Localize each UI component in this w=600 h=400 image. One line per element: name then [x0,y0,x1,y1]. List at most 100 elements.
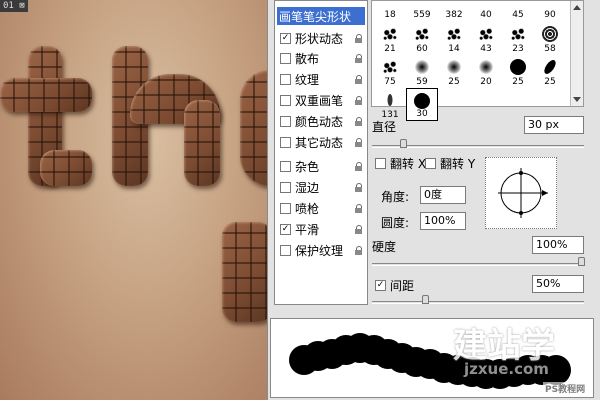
brush-preset[interactable]: 75 [374,55,406,88]
sidebar-item-checkbox[interactable] [280,136,291,148]
lock-icon[interactable] [355,33,363,43]
flip-y-option[interactable]: 翻转 Y [422,155,475,172]
sidebar-item-checkbox[interactable]: ✓ [280,32,291,44]
sidebar-item-6[interactable]: 杂色 [277,157,365,177]
brush-panel: 画笔笔尖形状 ✓ 形状动态散布纹理双重画笔颜色动态其它动态杂色湿边 喷枪 ✓ 平滑保护纹… [267,0,600,400]
brush-tip-icon [415,60,429,74]
brush-tip-icon [414,27,430,41]
spacing-slider-knob[interactable] [422,295,429,304]
brush-preset[interactable]: 382 [438,0,470,21]
sidebar-item-checkbox[interactable] [280,53,291,65]
brush-preset[interactable]: 58 [534,22,566,55]
lock-icon[interactable] [355,137,363,147]
brush-preset[interactable]: 45 [502,0,534,21]
brush-preset[interactable]: 40 [470,0,502,21]
brush-grid-scrollbar[interactable] [570,1,583,106]
brush-preset[interactable]: 20 [470,55,502,88]
brush-size-label: 59 [416,77,428,87]
angle-label: 角度: [381,190,410,204]
sidebar-item-checkbox[interactable] [280,94,291,106]
spacing-option[interactable]: ✓ 间距 [372,277,414,294]
brush-size-label: 75 [384,77,396,87]
spacing-slider-track[interactable] [372,301,584,304]
sidebar-item-checkbox[interactable] [280,74,291,86]
brush-tip-shape-item[interactable]: 画笔笔尖形状 [277,7,365,25]
lock-icon[interactable] [355,224,363,234]
flip-y-checkbox[interactable] [425,158,436,169]
sidebar-item-checkbox[interactable] [280,182,291,194]
brush-preset[interactable]: 30 [406,88,438,121]
hardness-input[interactable]: 100% [532,236,584,254]
brush-preset[interactable]: 25 [502,55,534,88]
brush-size-label: 45 [512,10,524,20]
spacing-checkbox[interactable]: ✓ [375,280,386,291]
angle-input[interactable]: 0度 [420,186,466,204]
sidebar-item-0[interactable]: ✓ 形状动态 [277,28,365,48]
flip-x-checkbox[interactable] [375,158,386,169]
sidebar-item-checkbox[interactable] [280,115,291,127]
sidebar-item-4[interactable]: 颜色动态 [277,111,365,131]
brush-preset[interactable]: 43 [470,22,502,55]
sidebar-item-1[interactable]: 散布 [277,49,365,69]
chocolate-letter-t-bar [0,78,92,112]
lock-icon[interactable] [355,75,363,85]
brush-preset[interactable]: 559 [406,0,438,21]
lock-icon[interactable] [355,203,363,213]
sidebar-item-label: 形状动态 [295,31,344,46]
sidebar-item-5[interactable]: 其它动态 [277,132,365,152]
sidebar-item-checkbox[interactable]: ✓ [280,223,291,235]
lock-icon[interactable] [355,245,363,255]
sidebar-item-checkbox[interactable] [280,244,291,256]
brush-preset[interactable]: 23 [502,22,534,55]
chocolate-letter-y [222,222,267,322]
document-canvas[interactable]: 01 ⊠ [0,0,267,400]
brush-preset[interactable]: 14 [438,22,470,55]
sidebar-item-9[interactable]: ✓ 平滑 [277,219,365,239]
sidebar-item-checkbox[interactable] [280,161,291,173]
brush-size-label: 25 [544,77,556,87]
sidebar-item-8[interactable]: 喷枪 [277,198,365,218]
lock-icon[interactable] [355,54,363,64]
document-tab[interactable]: 01 ⊠ [0,0,28,12]
roundness-input[interactable]: 100% [420,212,466,230]
diameter-slider-knob[interactable] [400,139,407,148]
brush-tip-icon [510,27,526,41]
sidebar-item-checkbox[interactable] [280,202,291,214]
brush-preset[interactable]: 25 [438,55,470,88]
sidebar-item-10[interactable]: 保护纹理 [277,240,365,260]
brush-preset[interactable]: 60 [406,22,438,55]
brush-preset[interactable]: 59 [406,55,438,88]
angle-roundness-widget[interactable] [485,157,557,229]
brush-preset[interactable]: 131 [374,88,406,121]
brush-size-label: 14 [448,44,460,54]
lock-icon[interactable] [355,116,363,126]
brush-size-label: 90 [544,10,556,20]
chocolate-letter-e [240,70,267,186]
brush-preset[interactable]: 21 [374,22,406,55]
lock-icon[interactable] [355,183,363,193]
sidebar-item-7[interactable]: 湿边 [277,178,365,198]
flip-x-option[interactable]: 翻转 X [372,155,426,172]
hardness-slider-track[interactable] [372,263,584,266]
sidebar-item-label: 保护纹理 [295,243,344,258]
sidebar-item-label: 双重画笔 [295,93,344,108]
lock-icon[interactable] [355,162,363,172]
brush-tip-icon [382,27,398,41]
sidebar-item-3[interactable]: 双重画笔 [277,90,365,110]
scroll-up-icon[interactable] [573,5,581,10]
hardness-slider-knob[interactable] [578,257,585,266]
lock-icon[interactable] [355,95,363,105]
watermark-ps: PS教程网 [543,382,588,395]
brush-tip-icon [382,60,398,74]
scroll-down-icon[interactable] [573,97,581,102]
hardness-label: 硬度 [372,240,397,254]
sidebar-item-label: 杂色 [295,160,320,175]
brush-preset[interactable]: 18 [374,0,406,21]
sidebar-item-label: 纹理 [295,73,320,88]
spacing-input[interactable]: 50% [532,275,584,293]
brush-preset[interactable]: 25 [534,55,566,88]
brush-preset[interactable]: 90 [534,0,566,21]
sidebar-item-2[interactable]: 纹理 [277,70,365,90]
diameter-input[interactable]: 30 px [524,116,584,134]
sidebar-item-label: 其它动态 [295,135,344,150]
